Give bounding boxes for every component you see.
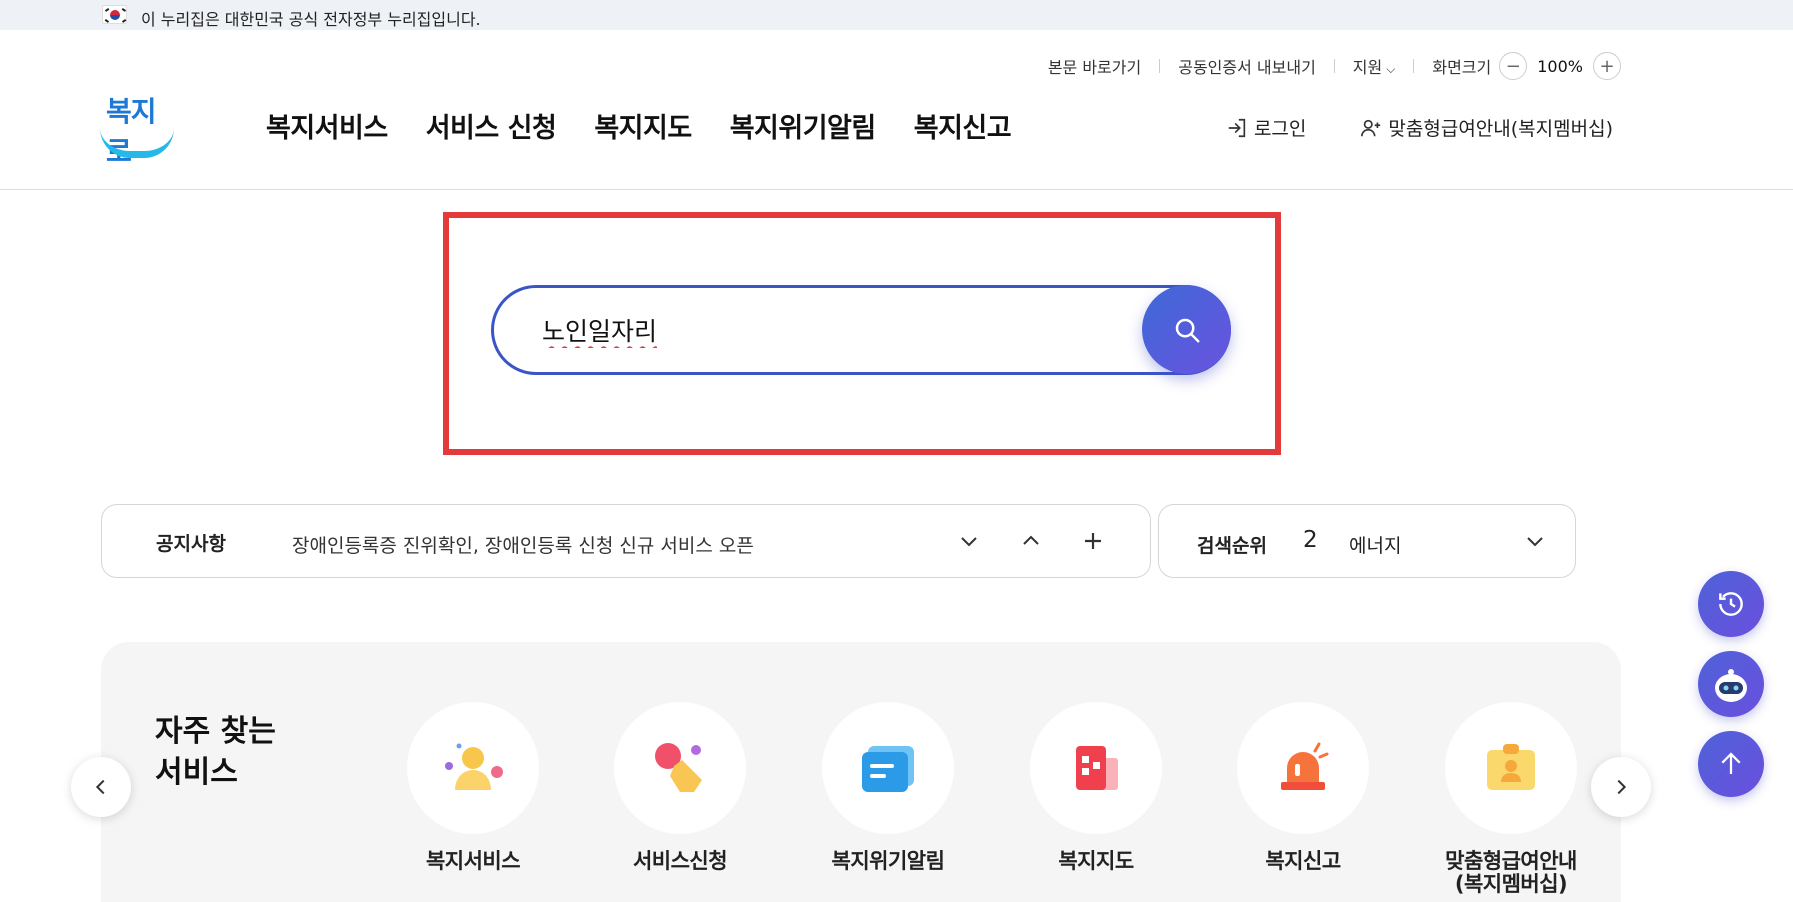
search-rank-bar: 검색순위 2 에너지: [1158, 504, 1576, 578]
service-label: 복지위기알림: [831, 849, 945, 873]
site-header: 본문 바로가기 공동인증서 내보내기 지원 ⌵ 화면크기 − 100% + 복지로…: [0, 30, 1793, 190]
chatbot-button[interactable]: [1698, 651, 1764, 717]
login-icon: [1228, 118, 1246, 137]
zoom-label: 화면크기: [1432, 58, 1492, 77]
service-label: 복지서비스: [425, 849, 521, 873]
carousel-prev-button[interactable]: [71, 757, 131, 817]
service-crisis-alert[interactable]: 복지위기알림: [798, 702, 978, 873]
notice-title: 공지사항: [156, 533, 226, 555]
id-card-icon: [1445, 702, 1577, 834]
chevron-down-icon: ⌵: [1386, 62, 1396, 76]
login-label: 로그인: [1253, 118, 1307, 140]
gov-banner-text: 이 누리집은 대한민국 공식 전자정부 누리집입니다.: [141, 10, 481, 29]
service-welfare-report[interactable]: 복지신고: [1213, 702, 1393, 873]
membership-label: 맞춤형급여안내(복지멤버십): [1388, 118, 1613, 140]
rank-title: 검색순위: [1197, 535, 1267, 557]
rank-expand-button[interactable]: [1517, 523, 1553, 559]
recent-history-button[interactable]: [1698, 571, 1764, 637]
chevron-down-icon: [961, 537, 977, 547]
history-icon: [1719, 592, 1743, 616]
title-line: 자주 찾는: [155, 714, 276, 749]
notice-bar: 공지사항 장애인등록증 진위확인, 장애인등록 신청 신규 서비스 오픈: [101, 504, 1151, 578]
carousel-next-button[interactable]: [1591, 757, 1651, 817]
title-line: 서비스: [155, 754, 238, 790]
gov-banner: 이 누리집은 대한민국 공식 전자정부 누리집입니다.: [0, 0, 1793, 30]
skip-to-content-link[interactable]: 본문 바로가기: [1048, 54, 1141, 78]
divider: [1333, 59, 1335, 73]
label-line: (복지멤버십): [1454, 872, 1568, 897]
service-label: 복지신고: [1265, 849, 1341, 873]
chevron-right-icon: [1617, 779, 1627, 795]
label-line: 맞춤형급여안내: [1445, 849, 1577, 873]
notice-text[interactable]: 장애인등록증 진위확인, 장애인등록 신청 신규 서비스 오픈: [292, 531, 754, 558]
search-button[interactable]: [1142, 285, 1231, 374]
nav-welfare-report[interactable]: 복지신고: [914, 106, 1012, 145]
add-user-icon: [1361, 119, 1381, 136]
nav-welfare-services[interactable]: 복지서비스: [266, 106, 388, 145]
plus-icon: [1085, 533, 1101, 549]
notice-prev-button[interactable]: [1013, 523, 1049, 559]
rank-keyword[interactable]: 에너지: [1349, 531, 1401, 558]
service-label: 복지지도: [1058, 849, 1134, 873]
notice-more-button[interactable]: [1075, 523, 1111, 559]
chatbot-robot-icon: [1715, 669, 1747, 702]
service-apply[interactable]: 서비스신청: [590, 702, 770, 873]
service-label: 서비스신청: [632, 849, 728, 873]
cert-export-link[interactable]: 공동인증서 내보내기: [1178, 54, 1316, 78]
header-actions: 로그인 맞춤형급여안내(복지멤버십): [1226, 114, 1613, 141]
site-logo[interactable]: 복지로: [100, 90, 176, 180]
notice-next-button[interactable]: [951, 523, 987, 559]
korea-flag-icon: [102, 5, 127, 24]
service-welfare-map[interactable]: 복지지도: [1006, 702, 1186, 873]
support-dropdown[interactable]: 지원 ⌵: [1353, 54, 1396, 78]
frequent-services: 자주 찾는 서비스 복지서비스 서비스신청 복지위기알림 복지지도 복지신고 맞…: [101, 642, 1621, 902]
search-icon: [1175, 318, 1199, 342]
zoom-out-button[interactable]: −: [1499, 52, 1528, 80]
rank-number: 2: [1303, 527, 1318, 553]
scroll-top-button[interactable]: [1698, 731, 1764, 797]
nav-service-apply[interactable]: 서비스 신청: [426, 106, 557, 145]
membership-button[interactable]: 맞춤형급여안내(복지멤버십): [1360, 114, 1613, 141]
tap-hand-icon: [614, 702, 746, 834]
building-icon: [1030, 702, 1162, 834]
nav-crisis-alert[interactable]: 복지위기알림: [730, 106, 877, 145]
zoom-value: 100%: [1537, 56, 1583, 76]
main-nav: 복지서비스 서비스 신청 복지지도 복지위기알림 복지신고: [266, 106, 1049, 145]
search-input[interactable]: [542, 310, 1102, 350]
login-button[interactable]: 로그인: [1226, 114, 1306, 141]
chevron-up-icon: [1023, 535, 1039, 545]
zoom-in-button[interactable]: +: [1593, 52, 1621, 80]
message-icon: [822, 702, 954, 834]
divider: [1159, 59, 1161, 73]
siren-icon: [1237, 702, 1369, 834]
divider: [1413, 59, 1415, 73]
utility-nav: 본문 바로가기 공동인증서 내보내기 지원 ⌵ 화면크기 − 100% +: [1048, 52, 1621, 80]
chevron-down-icon: [1527, 537, 1543, 547]
service-welfare[interactable]: 복지서비스: [383, 702, 563, 873]
frequent-services-title: 자주 찾는 서비스: [155, 712, 315, 793]
nav-welfare-map[interactable]: 복지지도: [594, 106, 692, 145]
search-box: [491, 285, 1231, 375]
service-membership[interactable]: 맞춤형급여안내 (복지멤버십): [1421, 702, 1601, 896]
arrow-up-icon: [1721, 752, 1741, 774]
chevron-left-icon: [95, 779, 105, 795]
person-icon: [407, 702, 539, 834]
service-label: 맞춤형급여안내 (복지멤버십): [1421, 849, 1601, 897]
support-label: 지원: [1352, 58, 1383, 77]
